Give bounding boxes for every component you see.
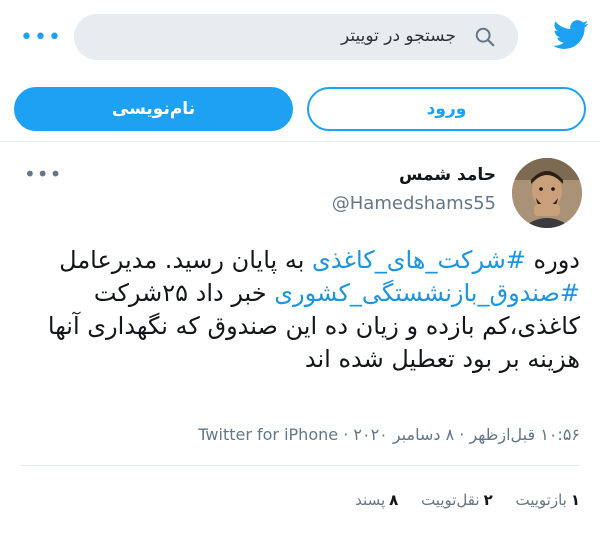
tweet: ••• حامد شمس @Hamedshams55 دوره #شرکت_ها… [0, 143, 600, 534]
search-icon [475, 27, 495, 47]
likes-stat[interactable]: ۸پسند [355, 491, 398, 509]
likes-count: ۸ [389, 491, 399, 509]
tweet-date[interactable]: ۸ دسامبر ۲۰۲۰ [353, 425, 454, 444]
login-button[interactable]: ورود [307, 87, 586, 131]
avatar-photo-icon [512, 158, 582, 228]
auth-buttons: نام‌نویسی ورود [0, 76, 600, 142]
tweet-more-icon[interactable]: ••• [24, 164, 62, 184]
author-handle[interactable]: @Hamedshams55 [332, 193, 496, 214]
tweet-text-part: به پایان رسید. مدیرعامل [59, 246, 313, 274]
search-input-placeholder[interactable]: جستجو در توییتر [341, 26, 456, 46]
tweet-text: دوره #شرکت_های_کاغذی به پایان رسید. مدیر… [24, 244, 580, 376]
tweet-meta: ۱۰:۵۶ قبل‌ازظهر · ۸ دسامبر ۲۰۲۰ · Twitte… [198, 425, 580, 444]
signup-button[interactable]: نام‌نویسی [14, 87, 293, 131]
tweet-text-part: دوره [525, 246, 580, 274]
retweets-stat[interactable]: ۱بازتوییت [516, 491, 581, 509]
quotes-stat[interactable]: ۲نقل‌توییت [421, 491, 493, 509]
meta-separator: · [459, 425, 465, 444]
twitter-bird-icon[interactable] [553, 20, 589, 50]
retweets-count: ۱ [570, 491, 580, 509]
quotes-count: ۲ [483, 491, 493, 509]
retweets-label: بازتوییت [515, 491, 567, 509]
tweet-time[interactable]: ۱۰:۵۶ قبل‌ازظهر [469, 425, 580, 444]
tweet-source: Twitter for iPhone [198, 425, 339, 444]
meta-separator: · [343, 425, 349, 444]
top-bar: ••• جستجو در توییتر [0, 0, 600, 76]
more-dots-icon[interactable]: ••• [20, 27, 62, 49]
likes-label: پسند [355, 491, 386, 509]
hashtag-link[interactable]: #شرکت_های_کاغذی [312, 246, 526, 274]
hashtag-link[interactable]: #صندوق_بازنشستگی_کشوری [274, 279, 580, 307]
search-bar[interactable]: جستجو در توییتر [74, 14, 518, 60]
avatar[interactable] [512, 158, 582, 228]
tweet-stats: ۱بازتوییت ۲نقل‌توییت ۸پسند [337, 491, 580, 509]
quotes-label: نقل‌توییت [421, 491, 480, 509]
author-name[interactable]: حامد شمس [399, 165, 496, 185]
divider [20, 465, 580, 466]
